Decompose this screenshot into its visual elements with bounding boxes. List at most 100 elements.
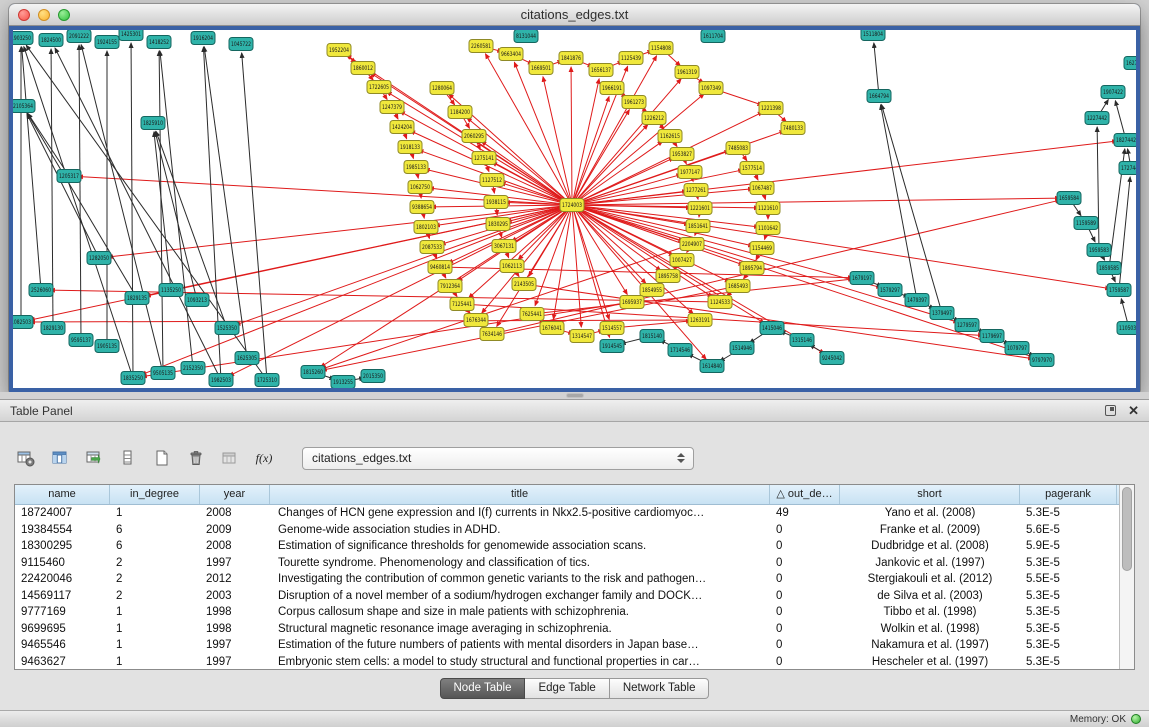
graph-edge[interactable]: [572, 205, 1110, 289]
graph-node[interactable]: 3067131: [492, 240, 516, 253]
graph-node[interactable]: 2105364: [13, 100, 35, 113]
graph-edge[interactable]: [131, 43, 133, 378]
graph-edge[interactable]: [50, 290, 720, 302]
table-row[interactable]: 946362711997Embryonic stem cells: a mode…: [15, 654, 1119, 670]
graph-node[interactable]: 1860012: [351, 62, 375, 75]
graph-node[interactable]: 1825910: [141, 117, 165, 130]
graph-node[interactable]: 1282050: [87, 252, 111, 265]
graph-node[interactable]: 1676041: [540, 322, 564, 335]
graph-node[interactable]: 1914545: [600, 340, 624, 353]
column-header[interactable]: in_degree: [110, 485, 200, 504]
graph-node[interactable]: 1938115: [484, 196, 508, 209]
graph-node[interactable]: 1727444: [1119, 162, 1136, 175]
graph-node[interactable]: 1121610: [756, 202, 780, 215]
graph-node[interactable]: 1135250: [159, 284, 183, 297]
graph-node[interactable]: 9663404: [499, 48, 523, 61]
graph-node[interactable]: 1424204: [390, 121, 414, 134]
graph-edge[interactable]: [28, 114, 137, 298]
graph-edge[interactable]: [572, 125, 648, 205]
graph-edge[interactable]: [242, 53, 267, 380]
tab-edge-table[interactable]: Edge Table: [525, 678, 609, 699]
graph-node[interactable]: 1579297: [878, 284, 902, 297]
graph-node[interactable]: 1277261: [684, 184, 708, 197]
graph-node[interactable]: 1759587: [1107, 284, 1131, 297]
graph-node[interactable]: 1514557: [600, 322, 624, 335]
graph-node[interactable]: 1263191: [688, 314, 712, 327]
tab-network-table[interactable]: Network Table: [610, 678, 710, 699]
table-selector-dropdown[interactable]: citations_edges.txt: [302, 447, 694, 470]
graph-node[interactable]: 2204907: [680, 238, 704, 251]
graph-node[interactable]: 1685493: [726, 280, 750, 293]
window-titlebar[interactable]: citations_edges.txt: [9, 4, 1140, 26]
graph-node[interactable]: 1659584: [1057, 192, 1081, 205]
graph-node[interactable]: 1511804: [861, 30, 885, 41]
graph-edge[interactable]: [154, 132, 171, 290]
graph-node[interactable]: 1082503: [13, 316, 33, 329]
graph-node[interactable]: 1525350: [215, 322, 239, 335]
graph-node[interactable]: 1124533: [708, 296, 732, 309]
graph-node[interactable]: 1676344: [464, 314, 488, 327]
split-divider[interactable]: [0, 392, 1149, 399]
graph-node[interactable]: 1625305: [235, 352, 259, 365]
graph-node[interactable]: 1854955: [640, 284, 664, 297]
graph-edge[interactable]: [571, 67, 572, 205]
graph-node[interactable]: 7634146: [480, 328, 504, 341]
graph-node[interactable]: 9595137: [69, 334, 93, 347]
graph-node[interactable]: 1221398: [759, 102, 783, 115]
graph-node[interactable]: 1829135: [125, 292, 149, 305]
graph-node[interactable]: 1045722: [229, 38, 253, 51]
graph-node[interactable]: 1815140: [640, 330, 664, 343]
minimize-window-button[interactable]: [38, 9, 50, 21]
column-header[interactable]: short: [840, 485, 1020, 504]
graph-node[interactable]: 1062113: [500, 260, 524, 273]
graph-node[interactable]: 1669501: [529, 62, 553, 75]
graph-edge[interactable]: [79, 45, 81, 340]
graph-node[interactable]: 1379497: [930, 307, 954, 320]
graph-node[interactable]: 1827442: [1114, 134, 1136, 147]
graph-edge[interactable]: [160, 51, 193, 368]
graph-node[interactable]: 1314547: [570, 330, 594, 343]
import-table-icon[interactable]: [82, 446, 106, 470]
merge-tables-icon[interactable]: [218, 446, 242, 470]
graph-node[interactable]: 1905135: [95, 340, 119, 353]
graph-node[interactable]: 1961319: [675, 66, 699, 79]
delete-table-icon[interactable]: [184, 446, 208, 470]
graph-node[interactable]: 1179697: [980, 330, 1004, 343]
graph-node[interactable]: 1851641: [686, 220, 710, 233]
graph-node[interactable]: 2260581: [469, 40, 493, 53]
graph-node[interactable]: 1952204: [327, 44, 351, 57]
graph-node[interactable]: 7485083: [726, 142, 750, 155]
graph-node[interactable]: 1627446: [1124, 57, 1136, 70]
graph-node[interactable]: 1221601: [688, 202, 712, 215]
graph-edge[interactable]: [572, 56, 657, 205]
graph-node[interactable]: 1966191: [600, 82, 624, 95]
graph-node[interactable]: 1079797: [1005, 342, 1029, 355]
graph-edge[interactable]: [572, 141, 1117, 205]
graph-edge[interactable]: [543, 77, 572, 205]
graph-edge[interactable]: [27, 114, 99, 258]
graph-node[interactable]: 1895758: [656, 270, 680, 283]
graph-edge[interactable]: [22, 47, 41, 290]
graph-node[interactable]: 1985133: [404, 161, 428, 174]
graph-node[interactable]: 1577514: [740, 162, 764, 175]
graph-edge[interactable]: [572, 112, 763, 205]
graph-node[interactable]: 1227442: [1085, 112, 1109, 125]
graph-edge[interactable]: [553, 205, 572, 319]
graph-node[interactable]: 1062750: [408, 181, 432, 194]
float-panel-icon[interactable]: [1105, 405, 1116, 416]
graph-node[interactable]: 1159589: [1074, 217, 1098, 230]
graph-edge[interactable]: [882, 105, 942, 313]
graph-node[interactable]: 9460814: [428, 261, 452, 274]
graph-node[interactable]: 1093213: [185, 294, 209, 307]
graph-node[interactable]: 2526060: [29, 284, 53, 297]
create-table-icon[interactable]: [150, 446, 174, 470]
graph-node[interactable]: 9388654: [410, 201, 434, 214]
column-header[interactable]: title: [270, 485, 770, 504]
graph-edge[interactable]: [81, 45, 163, 373]
graph-node[interactable]: 1918133: [398, 141, 422, 154]
graph-node[interactable]: 1127512: [480, 174, 504, 187]
graph-node[interactable]: 2060295: [462, 130, 486, 143]
graph-node[interactable]: 1097349: [699, 82, 723, 95]
graph-edge[interactable]: [881, 105, 917, 300]
graph-node[interactable]: 1154469: [750, 242, 774, 255]
